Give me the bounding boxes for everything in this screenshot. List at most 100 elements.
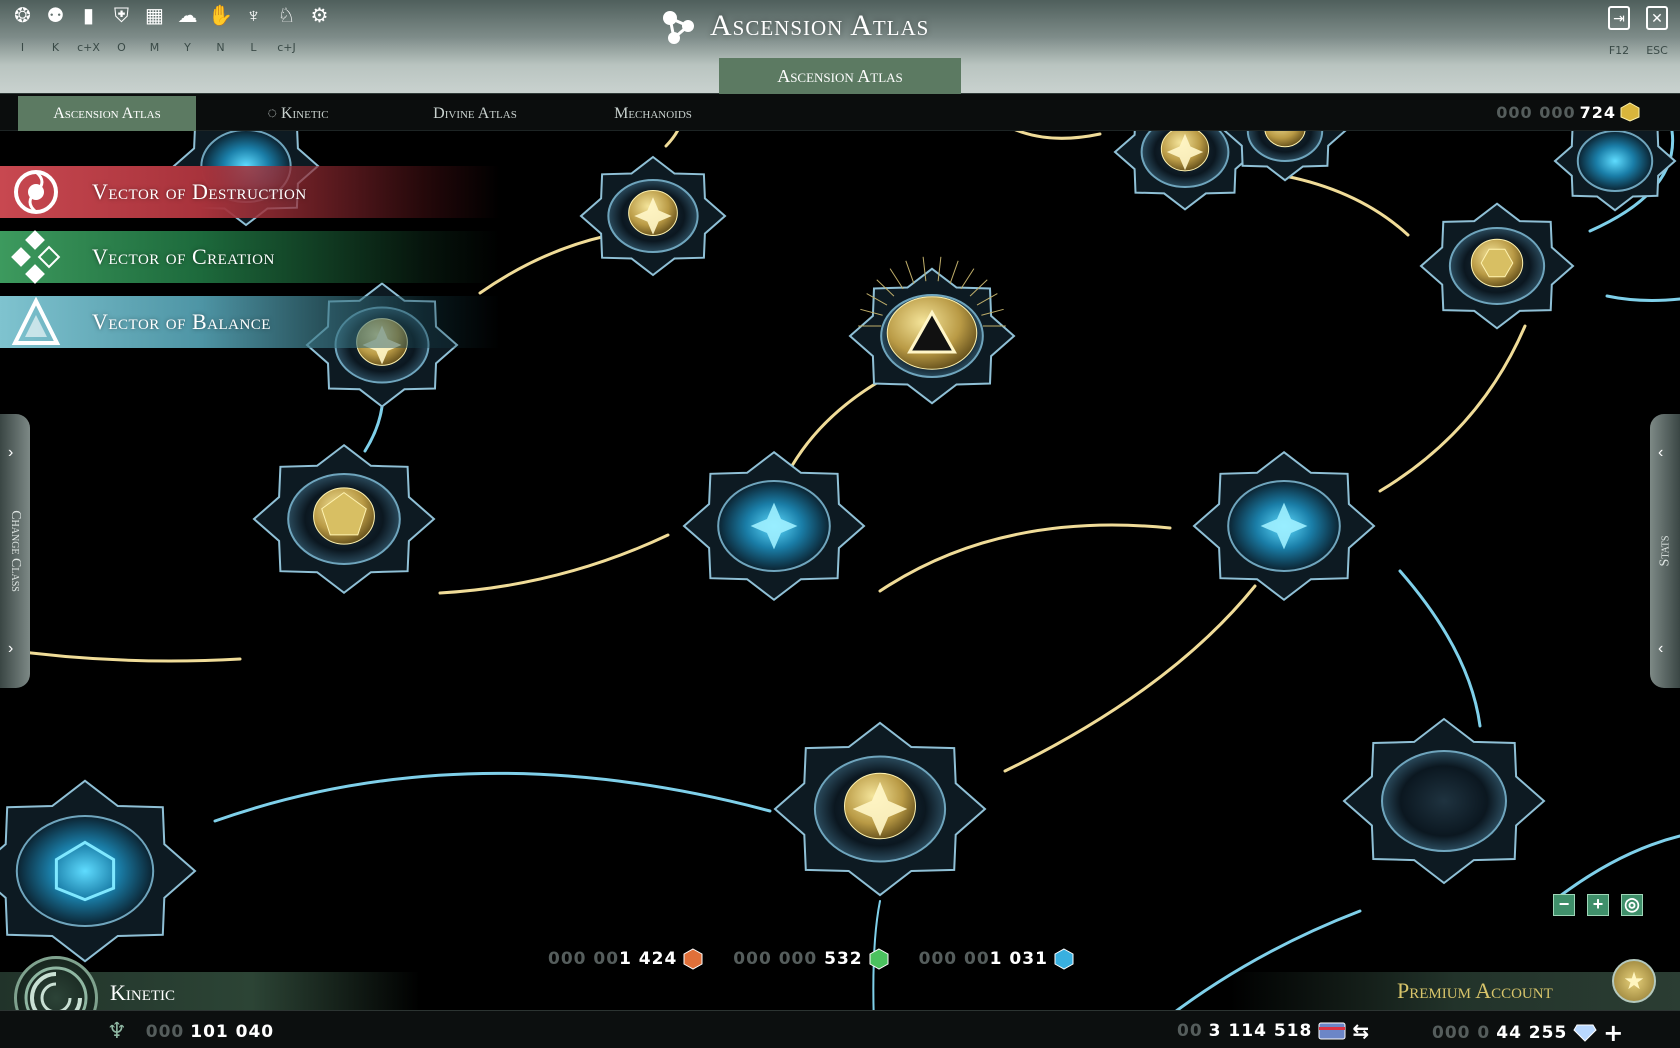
atlas-path	[1558, 834, 1680, 898]
zoom-controls: − + ◎	[1553, 894, 1643, 916]
premium-account-label[interactable]: Premium Account	[1397, 978, 1553, 1004]
toolbar-button-alert[interactable]: ❂ I	[6, 4, 39, 54]
gold-cube-icon	[1620, 102, 1640, 122]
hotkey-label: F12	[1608, 44, 1630, 57]
atlas-path	[878, 523, 1172, 593]
atlas-node-blue-star[interactable]	[682, 450, 866, 602]
glow-ray	[905, 260, 915, 284]
node-disc	[1381, 750, 1507, 852]
map-icon: ▦	[145, 5, 164, 27]
resource-counter: 000 001 031	[919, 948, 1074, 970]
resource-crystal-icon	[1054, 948, 1074, 970]
resource-crystal-icon	[869, 948, 889, 970]
atlas-node-gold-star[interactable]	[1113, 131, 1257, 211]
toolbar-button-pet[interactable]: ♘ c+J	[270, 4, 303, 54]
main-menu-icons: ❂ I ⚉ K ▮ c+X ⛨ O ▦ M ☁ Y ✋ N ♆ L ♘ c+J ⚙	[6, 4, 336, 54]
add-gems-button[interactable]: +	[1603, 1019, 1624, 1047]
resource-padding: 000 00	[548, 949, 620, 969]
atlas-node-blue-cube[interactable]	[0, 779, 197, 963]
vector-of-destruction-label: Vector of Destruction	[92, 179, 307, 204]
exit-button[interactable]: ⇥ F12	[1606, 6, 1632, 57]
resource-counter: 000 001 424	[548, 948, 703, 970]
gems-value: 44 255	[1496, 1023, 1568, 1043]
balance-triangle-icon	[0, 296, 72, 348]
atlas-node-gold-pent[interactable]	[252, 443, 436, 595]
stats-label: Stats	[1657, 535, 1673, 567]
stats-chart-icon: ▮	[82, 5, 94, 27]
atlas-node-empty[interactable]	[1342, 717, 1546, 885]
creation-diamonds-icon	[0, 230, 72, 284]
shield-icon: ⛨	[114, 5, 129, 27]
resource-crystal-icon	[683, 948, 703, 970]
atlas-node-gold-hex[interactable]	[1419, 202, 1575, 330]
gold-currency-value: 724	[1579, 102, 1616, 122]
exchange-icon[interactable]: ⇆	[1352, 1019, 1370, 1043]
gems-counter: 000 0 44 255 +	[1432, 1019, 1624, 1047]
atlas-path	[0, 647, 242, 663]
vector-of-balance[interactable]: Vector of Balance	[0, 296, 500, 348]
window-title: Ascension Atlas	[660, 6, 929, 46]
atlas-node-gold-star[interactable]	[579, 155, 727, 277]
class-name: Kinetic	[110, 980, 176, 1005]
resource-counter: 000 000 532	[733, 948, 889, 970]
stats-panel[interactable]: ‹ Stats ‹	[1650, 414, 1680, 688]
toolbar-button-map[interactable]: ▦ M	[138, 4, 171, 54]
atlas-node-blue-dim[interactable]	[1553, 131, 1677, 212]
toolbar-button-ascension[interactable]: ⚉ K	[39, 4, 72, 54]
gold-currency-padding: 000 000	[1496, 102, 1576, 122]
vector-of-destruction[interactable]: Vector of Destruction	[0, 166, 500, 218]
toolbar-button-guild[interactable]: ♆ L	[237, 4, 270, 54]
chat-icon: ☁	[177, 5, 198, 27]
toolbar-button-settings-gear[interactable]: ⚙	[303, 4, 336, 40]
level-value: 101 040	[190, 1021, 275, 1042]
toolbar-button-stats-chart[interactable]: ▮ c+X	[72, 4, 105, 54]
level-padding: 000	[145, 1021, 185, 1042]
close-icon: ✕	[1646, 6, 1668, 30]
hotkey-label: L	[250, 41, 257, 54]
atlas-path	[1283, 174, 1410, 237]
vector-of-balance-label: Vector of Balance	[92, 309, 271, 334]
sub-tab-ascension-atlas[interactable]: Ascension Atlas	[719, 58, 961, 94]
tab-divine-atlas[interactable]: Divine Atlas	[410, 96, 540, 131]
chevron-right-icon: ›	[8, 640, 14, 657]
chevron-left-icon: ‹	[1658, 640, 1664, 657]
center-view-button[interactable]: ◎	[1621, 894, 1643, 916]
level-counter: ♆ 000 101 040	[107, 1019, 274, 1044]
zoom-out-button[interactable]: −	[1553, 894, 1575, 916]
atlas-node-gold-green[interactable]	[1223, 131, 1347, 182]
tab-kinetic[interactable]: ◌ Kinetic	[248, 96, 348, 131]
toolbar-button-handshake[interactable]: ✋ N	[204, 4, 237, 54]
atlas-node-gold-star[interactable]	[773, 721, 987, 897]
atlas-node-triangle[interactable]	[848, 256, 1016, 405]
settings-gear-icon: ⚙	[310, 5, 329, 27]
zoom-in-button[interactable]: +	[1587, 894, 1609, 916]
hotkey-label: c+J	[277, 41, 296, 54]
atlas-path	[1605, 294, 1680, 302]
toolbar-button-chat[interactable]: ☁ Y	[171, 4, 204, 54]
tab-ascension-atlas[interactable]: Ascension Atlas	[18, 96, 196, 131]
page-title: Ascension Atlas	[710, 9, 930, 42]
premium-star-icon[interactable]: ★	[1612, 959, 1656, 1003]
glow-ray	[960, 268, 975, 290]
resource-value: 1 031	[989, 949, 1048, 969]
tab-mechanoids[interactable]: Mechanoids	[588, 96, 718, 131]
ascension-icon: ⚉	[46, 5, 65, 27]
atlas-path	[664, 131, 679, 148]
guild-icon: ♆	[246, 5, 261, 27]
pet-icon: ♘	[277, 5, 296, 27]
resource-padding: 000 00	[918, 949, 990, 969]
close-button[interactable]: ✕ ESC	[1644, 6, 1670, 57]
vector-of-creation-label: Vector of Creation	[92, 244, 275, 269]
change-class-panel[interactable]: › Change Class ›	[0, 414, 30, 688]
glow-ray	[949, 260, 959, 284]
node-disc	[15, 815, 155, 927]
node-disc	[1576, 131, 1654, 192]
toolbar-button-shield[interactable]: ⛨ O	[105, 4, 138, 54]
vector-of-creation[interactable]: Vector of Creation	[0, 230, 500, 284]
exit-icon: ⇥	[1608, 6, 1630, 30]
credits-value: 3 114 518	[1208, 1021, 1313, 1041]
atlas-node-blue-star[interactable]	[1192, 450, 1376, 602]
hotkey-label: O	[117, 41, 126, 54]
glow-ray	[889, 268, 904, 290]
atlas-path	[1014, 131, 1102, 140]
